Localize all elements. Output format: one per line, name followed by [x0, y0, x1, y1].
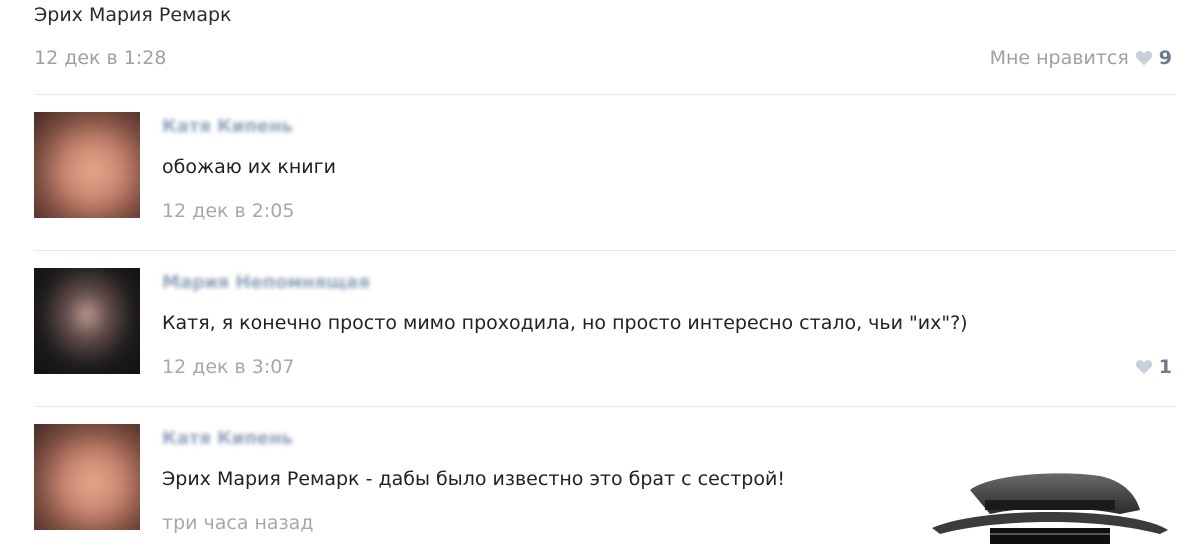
- post-like-label: Мне нравится: [989, 47, 1129, 69]
- comment-item: Мария Непомнящая Катя, я конечно просто …: [34, 268, 1176, 398]
- avatar[interactable]: [34, 268, 140, 374]
- man-in-hat-image: [932, 473, 1168, 544]
- comment-author[interactable]: Катя Кипень: [162, 116, 293, 137]
- comment-like-count: 1: [1158, 356, 1172, 378]
- post-text: Эрих Мария Ремарк: [34, 4, 232, 26]
- comment-text: Катя, я конечно просто мимо проходила, н…: [162, 312, 968, 334]
- avatar[interactable]: [34, 112, 140, 218]
- comment-like-button[interactable]: 1: [1135, 356, 1172, 378]
- post-like-button[interactable]: Мне нравится 9: [990, 47, 1172, 69]
- comment-text: Эрих Мария Ремарк - дабы было известно э…: [162, 468, 785, 490]
- comment-author[interactable]: Катя Кипень: [162, 428, 293, 449]
- divider: [34, 250, 1176, 251]
- post-date[interactable]: 12 дек в 1:28: [34, 47, 166, 69]
- comment-date[interactable]: 12 дек в 2:05: [162, 200, 294, 222]
- comment-author[interactable]: Мария Непомнящая: [162, 272, 370, 293]
- divider: [34, 406, 1176, 407]
- comment-date[interactable]: три часа назад: [162, 512, 313, 534]
- avatar[interactable]: [34, 424, 140, 530]
- heart-icon: [1135, 51, 1152, 66]
- comment-text: обожаю их книги: [162, 156, 336, 178]
- post-like-count: 9: [1158, 47, 1172, 69]
- divider: [34, 94, 1176, 95]
- comment-date[interactable]: 12 дек в 3:07: [162, 356, 294, 378]
- heart-icon: [1135, 360, 1152, 375]
- comment-item: Катя Кипень обожаю их книги 12 дек в 2:0…: [34, 112, 1176, 242]
